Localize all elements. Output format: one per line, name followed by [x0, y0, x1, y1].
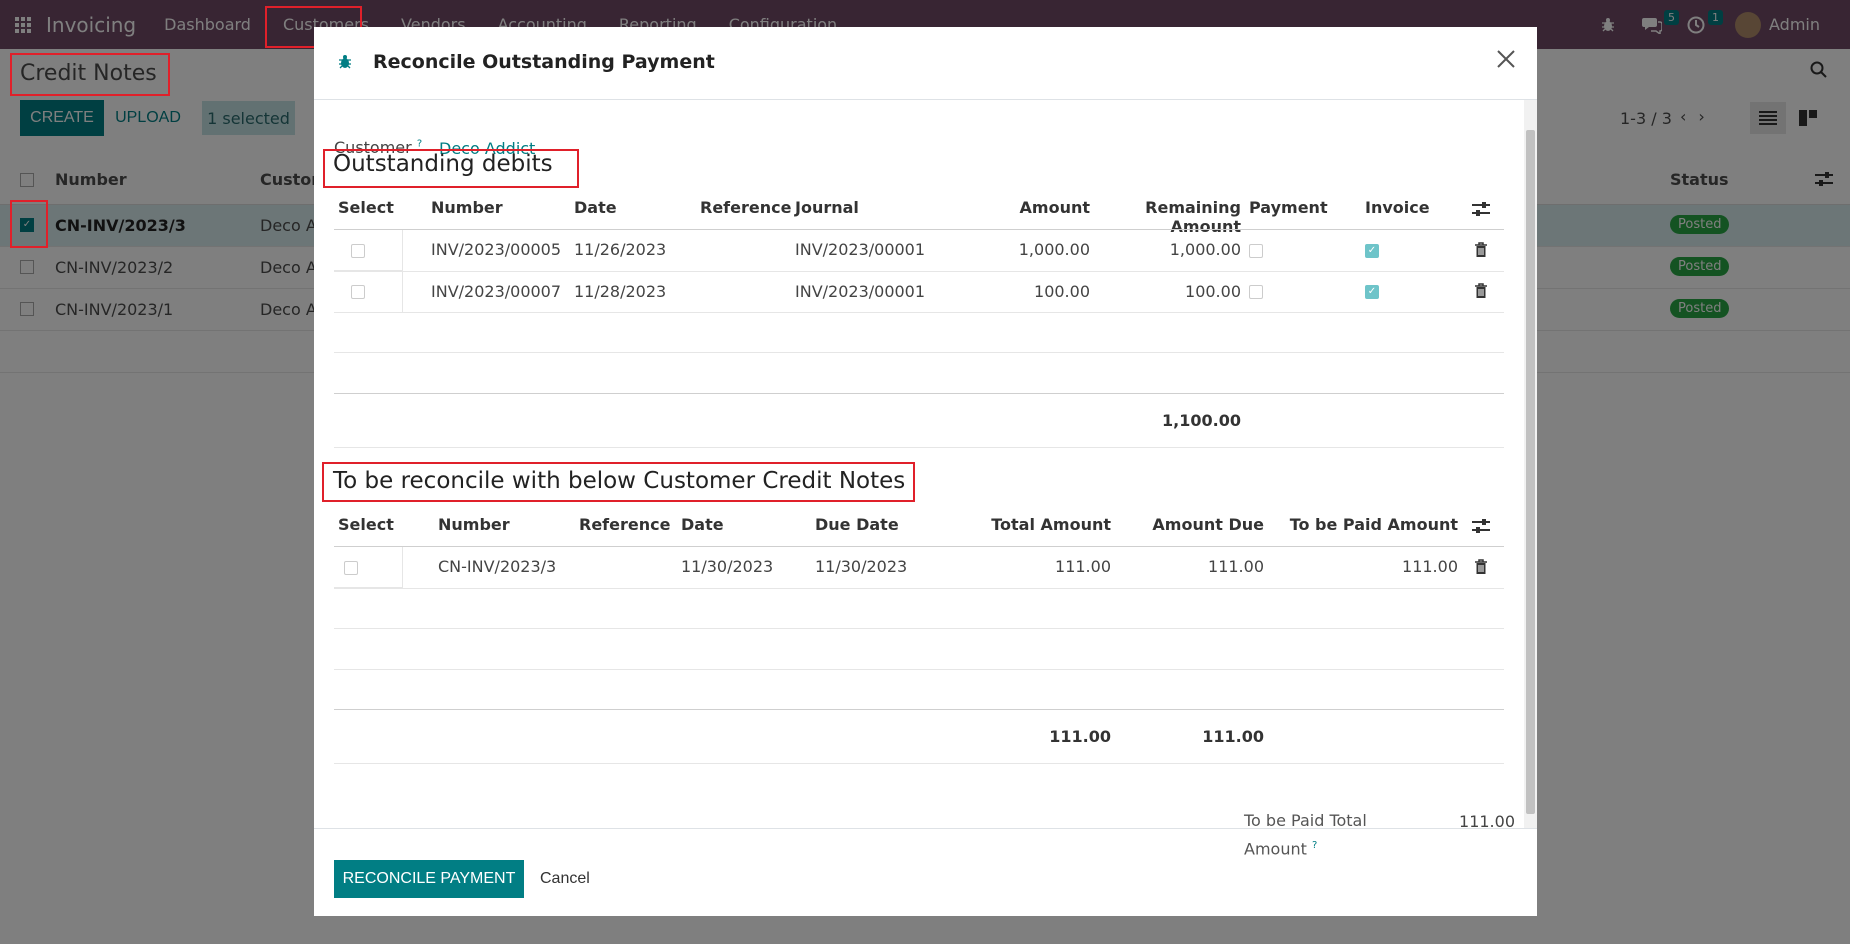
debit-row-payment-checkbox[interactable] [1249, 285, 1263, 299]
credit-row-amount-due[interactable]: 111.00 [1114, 557, 1264, 576]
debits-col-select: Select [338, 198, 394, 217]
debit-row-journal[interactable]: INV/2023/00001 [795, 240, 925, 259]
trash-icon[interactable] [1474, 283, 1488, 299]
debit-row-date[interactable]: 11/26/2023 [574, 240, 666, 259]
debit-row-date[interactable]: 11/28/2023 [574, 282, 666, 301]
highlight-box-title [10, 53, 170, 96]
row-divider [334, 271, 1504, 272]
debit-row-number[interactable]: INV/2023/00007 [431, 282, 561, 301]
cancel-button[interactable]: Cancel [540, 860, 590, 898]
debits-col-journal: Journal [795, 198, 859, 217]
credits-col-to-pay: To be Paid Amount [1289, 515, 1458, 534]
debug-bug-icon[interactable] [338, 54, 352, 74]
reconcile-dialog: Reconcile Outstanding Payment Customer ?… [314, 27, 1537, 916]
debit-row-select-checkbox[interactable] [351, 244, 365, 258]
debits-total-remaining: 1,100.00 [1162, 411, 1241, 430]
credits-col-select: Select [338, 515, 394, 534]
debit-row-payment-checkbox[interactable] [1249, 244, 1263, 258]
credit-row-total-amount[interactable]: 111.00 [954, 557, 1111, 576]
credits-col-number: Number [438, 515, 510, 534]
row-divider [334, 352, 1504, 353]
debits-col-reference: Reference [700, 198, 792, 217]
row-divider [334, 628, 1504, 629]
row-divider [334, 447, 1504, 448]
credit-row-due-date[interactable]: 11/30/2023 [815, 557, 907, 576]
credits-footer-divider [334, 709, 1504, 710]
credits-col-total-amount: Total Amount [991, 515, 1111, 534]
debit-row-amount[interactable]: 100.00 [934, 282, 1090, 301]
reconcile-payment-button[interactable]: RECONCILE PAYMENT [334, 860, 524, 898]
debit-row-select-cell [334, 230, 403, 271]
trash-icon[interactable] [1474, 242, 1488, 258]
debits-col-remaining: Remaining Amount [1145, 198, 1241, 236]
debit-row-select-cell [334, 272, 403, 313]
debits-footer-divider [334, 393, 1504, 394]
debits-col-date: Date [574, 198, 617, 217]
dialog-header: Reconcile Outstanding Payment [314, 27, 1537, 100]
debit-row-select-checkbox[interactable] [351, 285, 365, 299]
credits-col-reference: Reference [579, 515, 671, 534]
highlight-box-row-checkbox [10, 200, 48, 248]
debit-row-invoice-checkbox[interactable]: ✓ [1365, 244, 1379, 258]
credits-col-date: Date [681, 515, 724, 534]
row-divider [334, 763, 1504, 764]
credits-col-amount-due: Amount Due [1152, 515, 1264, 534]
credits-optional-columns-icon[interactable] [1472, 518, 1490, 534]
debits-section-title: Outstanding debits [333, 151, 553, 177]
row-divider [334, 588, 1504, 589]
debits-col-payment: Payment [1249, 198, 1328, 217]
trash-icon[interactable] [1474, 559, 1488, 575]
credits-total-due: 111.00 [1202, 727, 1264, 746]
debit-row-amount[interactable]: 1,000.00 [934, 240, 1090, 259]
dialog-title: Reconcile Outstanding Payment [373, 51, 715, 73]
debits-col-amount: Amount [1019, 198, 1090, 217]
credit-row-date[interactable]: 11/30/2023 [681, 557, 773, 576]
debits-col-invoice: Invoice [1365, 198, 1430, 217]
close-icon[interactable] [1496, 49, 1520, 73]
debits-header-divider [334, 229, 1504, 230]
debit-row-remaining[interactable]: 100.00 [1090, 282, 1241, 301]
credit-row-to-pay[interactable]: 111.00 [1264, 557, 1458, 576]
debit-row-journal[interactable]: INV/2023/00001 [795, 282, 925, 301]
row-divider [334, 669, 1504, 670]
credits-total-amount: 111.00 [1049, 727, 1111, 746]
debit-row-remaining[interactable]: 1,000.00 [1090, 240, 1241, 259]
credit-row-number[interactable]: CN-INV/2023/3 [438, 557, 556, 576]
row-divider [334, 312, 1504, 313]
dialog-scrollbar[interactable] [1524, 100, 1537, 828]
credit-row-select-checkbox[interactable] [344, 561, 358, 575]
credits-section-title: To be reconcile with below Customer Cred… [333, 468, 906, 494]
debits-optional-columns-icon[interactable] [1472, 201, 1490, 217]
credits-header-divider [334, 546, 1504, 547]
debit-row-invoice-checkbox[interactable]: ✓ [1365, 285, 1379, 299]
debit-row-number[interactable]: INV/2023/00005 [431, 240, 561, 259]
debits-col-number: Number [431, 198, 503, 217]
credits-col-due-date: Due Date [815, 515, 899, 534]
scroll-thumb[interactable] [1526, 130, 1535, 814]
